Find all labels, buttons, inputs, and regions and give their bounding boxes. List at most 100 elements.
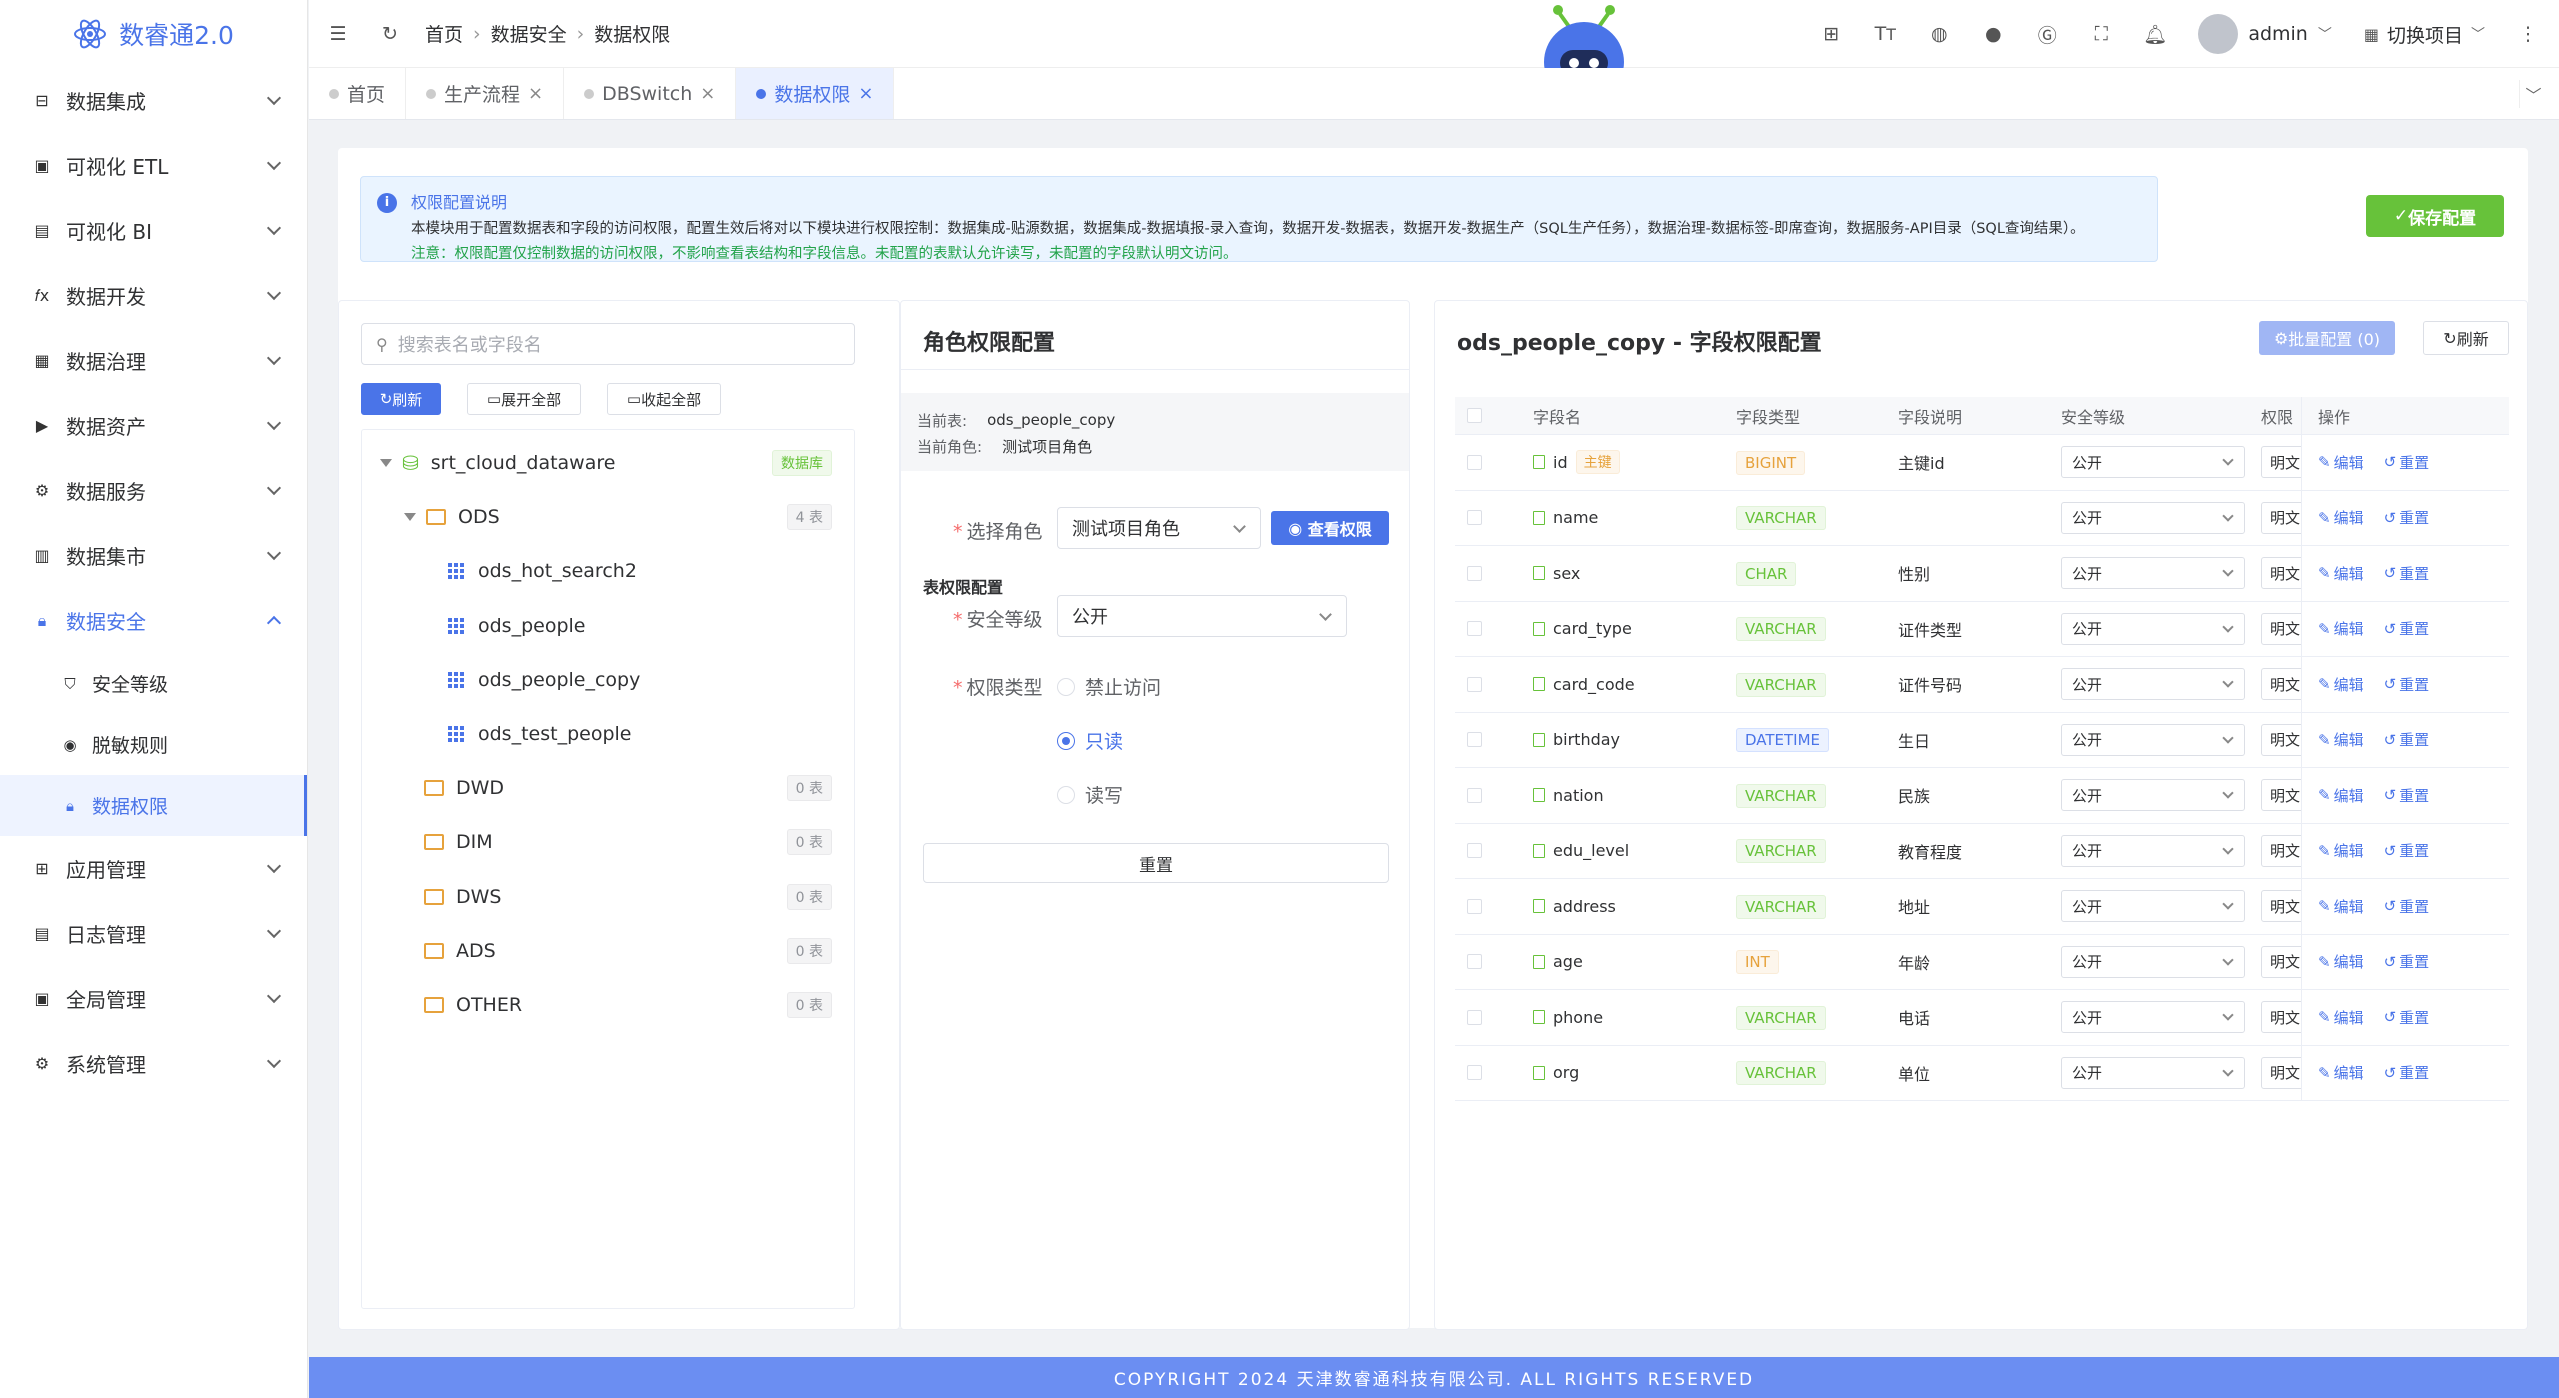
row-checkbox[interactable]: [1467, 843, 1482, 859]
reset-button[interactable]: ↺ 重置: [2384, 507, 2430, 528]
radio-read-write[interactable]: 读写: [1057, 781, 1123, 808]
sidebar-subitem-security-level[interactable]: ⛉ 安全等级: [0, 653, 307, 714]
mask-select[interactable]: 明文: [2261, 446, 2301, 479]
select-all-checkbox[interactable]: [1467, 408, 1482, 423]
row-checkbox[interactable]: [1467, 1065, 1482, 1081]
sidebar-item-log[interactable]: ▤ 日志管理: [0, 901, 307, 966]
security-level-select[interactable]: 公开: [2061, 890, 2245, 923]
mask-select[interactable]: 明文: [2261, 723, 2301, 756]
row-checkbox[interactable]: [1467, 954, 1482, 970]
radio-read-only[interactable]: 只读: [1057, 727, 1123, 754]
mask-select[interactable]: 明文: [2261, 890, 2301, 923]
tree-node-table[interactable]: ods_hot_search2: [362, 544, 854, 598]
tree-node-database[interactable]: ⛁ srt_cloud_dataware 数据库: [362, 436, 854, 490]
tab-item[interactable]: 首页: [309, 68, 407, 119]
row-checkbox[interactable]: [1467, 621, 1482, 637]
sidebar-item-grid[interactable]: ▦ 数据治理: [0, 328, 307, 393]
security-level-select[interactable]: 公开: [2061, 723, 2245, 756]
tabs-dropdown-button[interactable]: ﹀: [2519, 80, 2547, 108]
reset-button[interactable]: ↺ 重置: [2384, 674, 2430, 695]
more-vertical-icon[interactable]: ⋮: [2517, 23, 2539, 45]
user-menu[interactable]: admin ﹀: [2198, 14, 2332, 54]
mask-select[interactable]: 明文: [2261, 1056, 2301, 1089]
edit-button[interactable]: ✎ 编辑: [2318, 507, 2364, 528]
tree-node-table[interactable]: ods_people_copy: [362, 653, 854, 707]
tree-refresh-button[interactable]: ↻ 刷新: [361, 383, 441, 415]
edit-button[interactable]: ✎ 编辑: [2318, 951, 2364, 972]
edit-button[interactable]: ✎ 编辑: [2318, 618, 2364, 639]
mask-select[interactable]: 明文: [2261, 557, 2301, 590]
tree-node-table[interactable]: ods_test_people: [362, 707, 854, 761]
sidebar-item-terminal[interactable]: ▶ 数据资产: [0, 393, 307, 458]
row-checkbox[interactable]: [1467, 787, 1482, 803]
role-select[interactable]: 测试项目角色: [1057, 507, 1261, 549]
security-level-select[interactable]: 公开: [1057, 595, 1347, 637]
mask-select[interactable]: 明文: [2261, 612, 2301, 645]
font-size-icon[interactable]: TT: [1874, 23, 1896, 45]
row-checkbox[interactable]: [1467, 454, 1482, 470]
sidebar-item-market[interactable]: ▥ 数据集市: [0, 523, 307, 588]
sidebar-item-settings[interactable]: ⚙ 系统管理: [0, 1031, 307, 1096]
reset-button[interactable]: ↺ 重置: [2384, 840, 2430, 861]
edit-button[interactable]: ✎ 编辑: [2318, 674, 2364, 695]
sidebar-item-bi-chart[interactable]: ▤ 可视化 BI: [0, 198, 307, 263]
collapse-all-button[interactable]: ▭ 收起全部: [607, 383, 721, 415]
security-level-select[interactable]: 公开: [2061, 1001, 2245, 1034]
reset-button[interactable]: ↺ 重置: [2384, 618, 2430, 639]
row-checkbox[interactable]: [1467, 676, 1482, 692]
security-level-select[interactable]: 公开: [2061, 945, 2245, 978]
mask-select[interactable]: 明文: [2261, 779, 2301, 812]
view-permission-button[interactable]: ◉ 查看权限: [1271, 511, 1389, 545]
image-add-icon[interactable]: ⊞: [1820, 23, 1842, 45]
sidebar-item-service[interactable]: ⚙ 数据服务: [0, 458, 307, 523]
mask-select[interactable]: 明文: [2261, 501, 2301, 534]
sidebar-item-etl[interactable]: ▣ 可视化 ETL: [0, 133, 307, 198]
fullscreen-icon[interactable]: ⛶: [2090, 23, 2112, 45]
security-level-select[interactable]: 公开: [2061, 668, 2245, 701]
tree-node-layer[interactable]: OTHER 0 表: [362, 978, 854, 1032]
tab-item[interactable]: 数据权限 ×: [736, 68, 895, 119]
tree-node-layer[interactable]: DWD 0 表: [362, 761, 854, 815]
security-level-select[interactable]: 公开: [2061, 779, 2245, 812]
gitee-icon[interactable]: Ⓖ: [2036, 23, 2058, 47]
language-globe-icon[interactable]: ◍: [1928, 23, 1950, 45]
security-level-select[interactable]: 公开: [2061, 612, 2245, 645]
mask-select[interactable]: 明文: [2261, 945, 2301, 978]
row-checkbox[interactable]: [1467, 732, 1482, 748]
edit-button[interactable]: ✎ 编辑: [2318, 896, 2364, 917]
row-checkbox[interactable]: [1467, 565, 1482, 581]
row-checkbox[interactable]: [1467, 1009, 1482, 1025]
sidebar-item-lock[interactable]: 🔒︎ 数据安全: [0, 588, 307, 653]
refresh-icon[interactable]: ↻: [379, 23, 401, 45]
bell-icon[interactable]: 🔔︎: [2143, 23, 2167, 46]
edit-button[interactable]: ✎ 编辑: [2318, 563, 2364, 584]
github-icon[interactable]: ●: [1982, 23, 2004, 45]
mask-select[interactable]: 明文: [2261, 1001, 2301, 1034]
tree-node-layer[interactable]: DWS 0 表: [362, 870, 854, 924]
expand-all-button[interactable]: ▭ 展开全部: [467, 383, 581, 415]
tab-item[interactable]: 生产流程 ×: [406, 68, 565, 119]
tree-node-layer[interactable]: DIM 0 表: [362, 815, 854, 869]
sidebar-subitem-data-permission[interactable]: 🔒︎ 数据权限: [0, 775, 307, 836]
field-refresh-button[interactable]: ↻ 刷新: [2423, 321, 2509, 355]
tab-item[interactable]: DBSwitch ×: [564, 68, 737, 119]
close-icon[interactable]: ×: [528, 83, 543, 104]
caret-down-icon[interactable]: [404, 513, 416, 522]
reset-button[interactable]: ↺ 重置: [2384, 951, 2430, 972]
reset-button[interactable]: ↺ 重置: [2384, 896, 2430, 917]
reset-button[interactable]: ↺ 重置: [2384, 785, 2430, 806]
tree-node-table[interactable]: ods_people: [362, 599, 854, 653]
edit-button[interactable]: ✎ 编辑: [2318, 840, 2364, 861]
edit-button[interactable]: ✎ 编辑: [2318, 785, 2364, 806]
sidebar-item-global[interactable]: ▣ 全局管理: [0, 966, 307, 1031]
security-level-select[interactable]: 公开: [2061, 834, 2245, 867]
mask-select[interactable]: 明文: [2261, 834, 2301, 867]
radio-deny-access[interactable]: 禁止访问: [1057, 673, 1161, 700]
edit-button[interactable]: ✎ 编辑: [2318, 1062, 2364, 1083]
batch-config-button[interactable]: ⚙ 批量配置 (0): [2259, 321, 2395, 355]
reset-button[interactable]: ↺ 重置: [2384, 452, 2430, 473]
close-icon[interactable]: ×: [700, 83, 715, 104]
row-checkbox[interactable]: [1467, 510, 1482, 526]
breadcrumb-item[interactable]: 数据安全: [491, 20, 567, 47]
caret-down-icon[interactable]: [380, 459, 392, 467]
